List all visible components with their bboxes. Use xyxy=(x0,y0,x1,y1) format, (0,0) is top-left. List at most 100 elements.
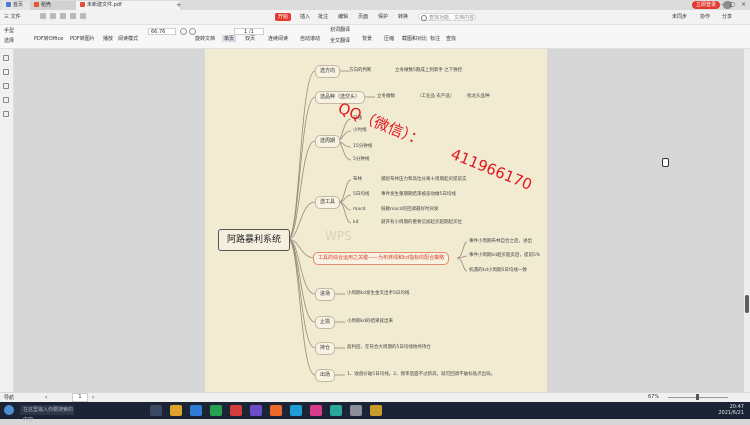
app-icon-4[interactable] xyxy=(310,405,322,416)
leaf-combined-3: 机遇的kd小周期5日均线一致 xyxy=(469,268,527,273)
markup-button[interactable]: 标注 xyxy=(430,35,440,42)
screenshot-compare-button[interactable]: 截图和对比 xyxy=(402,35,427,42)
read-mode-button[interactable]: 阅读模式 xyxy=(118,35,138,42)
auto-scroll-button[interactable]: 自动滚动 xyxy=(300,35,320,42)
app-icon-5[interactable] xyxy=(330,405,342,416)
app-icon-2[interactable] xyxy=(270,405,282,416)
browser-icon[interactable] xyxy=(190,405,202,416)
tab-pdf-label: 未新建文件.pdf xyxy=(87,2,122,8)
leaf-stop-loss-1: 小周期kd的结果就出来 xyxy=(347,319,393,324)
leaf-combined-1: 事件小周期布林自合之后，进出 xyxy=(469,239,532,244)
thumbnail-icon[interactable] xyxy=(3,69,9,75)
play-button[interactable]: 播放 xyxy=(103,35,113,42)
select-tool-button[interactable]: 选择 xyxy=(4,37,14,44)
hand-tool-button[interactable]: 手型 xyxy=(4,27,14,34)
menu-protect[interactable]: 保护 xyxy=(375,13,391,21)
background-button[interactable]: 背景 xyxy=(362,35,372,42)
menu-edit[interactable]: 编辑 xyxy=(335,13,351,21)
page-indicator[interactable]: 1 xyxy=(72,393,88,402)
menu-start[interactable]: 开始 xyxy=(275,13,292,21)
file-menu[interactable]: 三 文件 xyxy=(4,13,21,21)
open-icon[interactable] xyxy=(40,13,46,19)
wechat-icon[interactable] xyxy=(210,405,222,416)
home-tab-icon xyxy=(6,2,11,7)
word-translate-button[interactable]: 划词翻译 xyxy=(330,26,350,33)
new-tab-button[interactable]: + xyxy=(176,1,182,10)
leaf-tools-2: 捕捉布林压力和高位分离十周期起买提前实 xyxy=(381,177,467,182)
continuous-read-button[interactable]: 连续阅读 xyxy=(268,35,288,42)
leaf-direction-1: 方向的判断 xyxy=(349,68,372,73)
login-button[interactable]: 立即登录 xyxy=(691,1,720,9)
clock-date: 2021/6/21 xyxy=(718,410,744,416)
single-page-button[interactable]: 单页 xyxy=(222,35,237,42)
redo-icon[interactable] xyxy=(80,13,86,19)
os-taskbar: 在这里输入你要搜索的内容 20:47 2021/6/21 xyxy=(0,402,750,423)
navigation-toggle[interactable]: 导航 xyxy=(4,394,14,401)
bookmark-icon[interactable] xyxy=(3,55,9,61)
windows-start-icon[interactable] xyxy=(4,405,14,415)
double-page-button[interactable]: 双页 xyxy=(245,35,255,42)
pdf-to-office-label: PDF转Office xyxy=(34,36,64,42)
layers-icon[interactable] xyxy=(3,111,9,117)
daoke-tab-icon xyxy=(34,2,39,7)
undo-icon[interactable] xyxy=(70,13,76,19)
next-page-icon[interactable]: › xyxy=(92,394,94,401)
sync-status[interactable]: 未同步 xyxy=(672,13,687,21)
task-view-icon[interactable] xyxy=(150,405,162,416)
auto-scroll-label: 自动滚动 xyxy=(300,36,321,42)
collab-button[interactable]: 协作 xyxy=(700,13,710,21)
menu-convert[interactable]: 转换 xyxy=(395,13,411,21)
full-translate-button[interactable]: 全文翻译 xyxy=(330,37,350,44)
share-button[interactable]: 分享 xyxy=(722,13,732,21)
leaf-hold-1: 盈利后，在符合大周期的5日均线始终持仓 xyxy=(347,345,431,350)
scrollbar-thumb[interactable] xyxy=(745,295,749,313)
branch-tools: 选工具 xyxy=(315,196,341,209)
app-icon-3[interactable] xyxy=(290,405,302,416)
zoom-percent[interactable]: 67% xyxy=(648,394,659,400)
pdf-to-image-button[interactable]: PDF转图片 xyxy=(70,35,95,42)
save-icon[interactable] xyxy=(50,13,56,19)
word-translate-label: 划词翻译 xyxy=(330,27,351,33)
wps-app-icon[interactable] xyxy=(230,405,242,416)
select-tool-label: 选择 xyxy=(4,38,15,44)
app-icon-6[interactable] xyxy=(350,405,362,416)
find-button[interactable]: 查找 xyxy=(446,35,456,42)
zoom-slider-handle[interactable] xyxy=(696,394,699,400)
vertical-scrollbar[interactable] xyxy=(744,49,750,392)
menu-annotate[interactable]: 批注 xyxy=(315,13,331,21)
leaf-exit-1: 1、收盘价破5日均线。2、频率后面不过新高，就可回调不破标低点出局。 xyxy=(347,372,496,377)
comment-icon[interactable] xyxy=(3,83,9,89)
branch-entry: 进场 xyxy=(315,288,336,301)
taskbar-search-input[interactable]: 在这里输入你要搜索的内容 xyxy=(20,405,74,423)
app-icon-7[interactable] xyxy=(370,405,382,416)
background-label: 背景 xyxy=(362,36,373,42)
zoom-out-icon[interactable] xyxy=(189,28,196,35)
leaf-variety-2: （工业品 农产品） xyxy=(417,94,455,99)
tab-pdf-document[interactable]: 未新建文件.pdf xyxy=(76,1,180,10)
hand-cursor-icon xyxy=(662,158,669,167)
zoom-in-icon[interactable] xyxy=(180,28,187,35)
left-sidebar xyxy=(0,49,14,392)
full-translate-label: 全文翻译 xyxy=(330,38,351,44)
rotate-button[interactable]: 旋转文档 xyxy=(195,35,215,42)
leaf-combined-2: 事件小周期kd超买超卖后，提前5% xyxy=(469,253,541,258)
menu-insert[interactable]: 插入 xyxy=(297,13,313,21)
page-number-input[interactable]: 1 /1 xyxy=(234,28,264,35)
mindmap-connectors xyxy=(287,70,468,376)
play-label: 播放 xyxy=(103,36,114,42)
search-input[interactable]: 查找功能、文档内容 xyxy=(418,13,476,21)
tab-daoke[interactable]: 稻壳 xyxy=(30,1,82,10)
app-icon-1[interactable] xyxy=(250,405,262,416)
menu-page[interactable]: 页面 xyxy=(355,13,371,21)
pdf-to-office-button[interactable]: PDF转Office xyxy=(34,35,63,42)
print-icon[interactable] xyxy=(60,13,66,19)
file-explorer-icon[interactable] xyxy=(170,405,182,416)
window-controls[interactable]: – ▢ × xyxy=(720,0,748,10)
leaf-period-2: 小时线 xyxy=(353,128,367,133)
search-placeholder: 查找功能、文档内容 xyxy=(429,15,475,21)
branch-direction: 选方向 xyxy=(315,65,341,78)
compress-button[interactable]: 压缩 xyxy=(384,35,394,42)
prev-page-icon[interactable]: ‹ xyxy=(45,394,47,401)
attachment-icon[interactable] xyxy=(3,97,9,103)
zoom-input[interactable]: 66.76 xyxy=(148,28,176,35)
